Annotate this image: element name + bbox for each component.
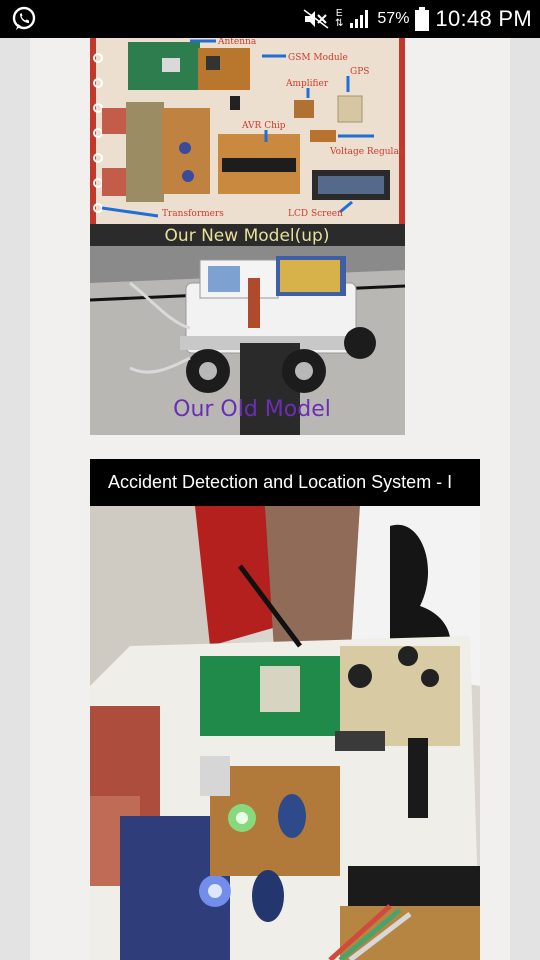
status-icons: E ⇅ 57% 10:48 PM	[303, 0, 532, 38]
label-lcd-screen: LCD Screen	[288, 209, 343, 219]
label-voltage-regulator: Voltage Regulator	[329, 147, 405, 157]
clock: 10:48 PM	[435, 6, 532, 31]
battery-icon	[415, 7, 430, 31]
video-thumbnail	[90, 506, 480, 960]
caption-new-model: Our New Model(up)	[165, 226, 330, 246]
label-transformers: Transformers	[162, 209, 224, 219]
video-title[interactable]: Accident Detection and Location System -…	[90, 459, 480, 506]
label-antenna: Antenna	[217, 38, 257, 47]
project-photo: Antenna GSM Module Amplifier GPS AVR Chi…	[90, 38, 405, 435]
whatsapp-icon	[12, 6, 36, 30]
page-margin-left	[0, 38, 30, 960]
page-margin-right	[510, 38, 540, 960]
label-gps: GPS	[350, 67, 369, 77]
mute-icon	[303, 9, 329, 29]
label-gsm-module: GSM Module	[288, 53, 348, 63]
label-amplifier: Amplifier	[285, 79, 329, 89]
signal-icon	[350, 10, 369, 28]
video-player[interactable]: Accident Detection and Location System -…	[90, 459, 480, 960]
project-image[interactable]: Antenna GSM Module Amplifier GPS AVR Chi…	[90, 38, 405, 435]
data-arrows-icon: E ⇅	[335, 8, 344, 29]
label-avr-chip: AVR Chip	[241, 121, 286, 131]
status-bar: E ⇅ 57% 10:48 PM	[0, 0, 540, 38]
battery-percent: 57%	[377, 10, 410, 27]
caption-old-model: Our Old Model	[173, 397, 331, 422]
